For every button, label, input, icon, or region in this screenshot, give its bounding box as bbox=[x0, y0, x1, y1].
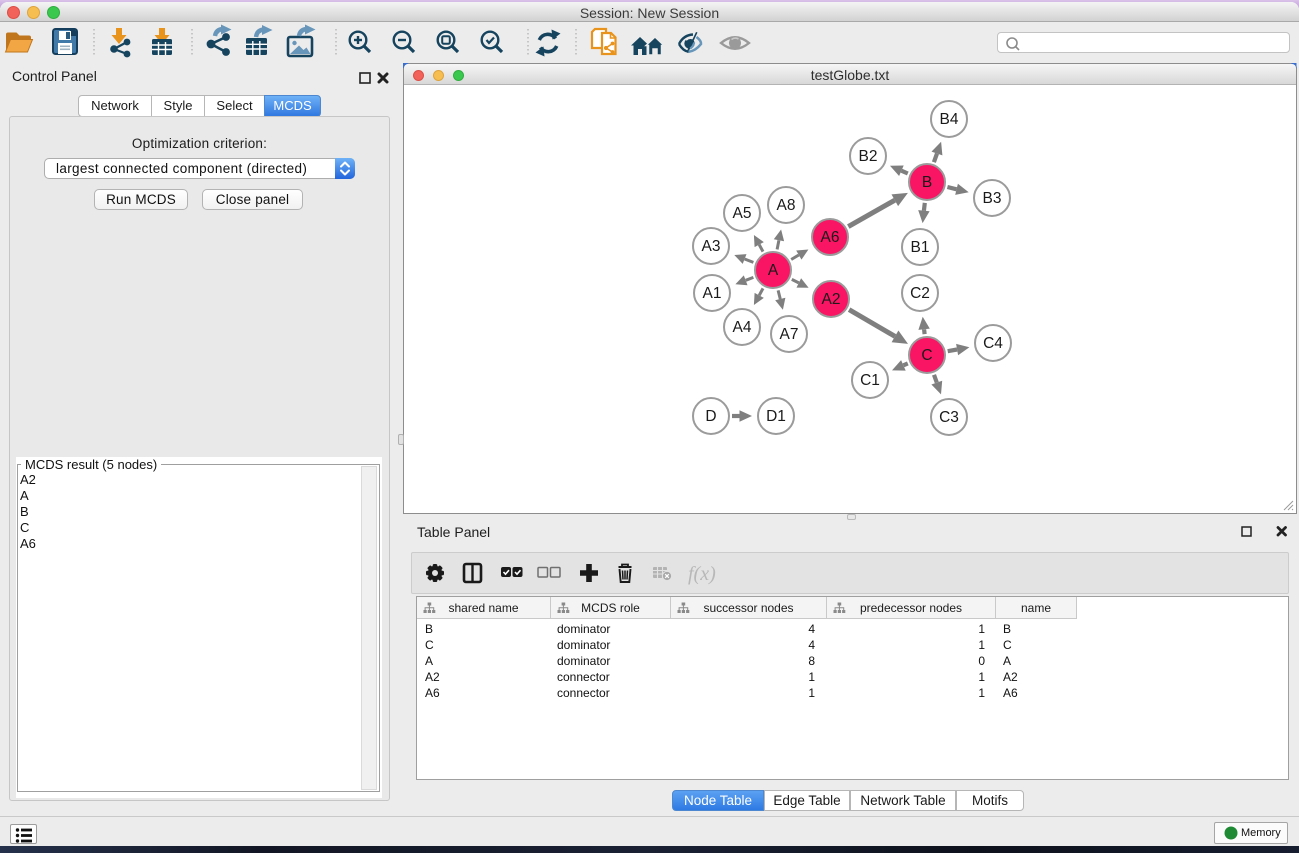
svg-text:A5: A5 bbox=[733, 205, 752, 222]
svg-text:C4: C4 bbox=[983, 335, 1003, 352]
svg-text:D: D bbox=[705, 408, 716, 425]
svg-text:A4: A4 bbox=[733, 319, 752, 336]
svg-text:f(x): f(x) bbox=[688, 563, 716, 585]
svg-text:B3: B3 bbox=[983, 190, 1002, 207]
svg-text:C3: C3 bbox=[939, 409, 959, 426]
svg-text:A6: A6 bbox=[821, 229, 840, 246]
svg-text:B1: B1 bbox=[911, 239, 930, 256]
svg-text:C: C bbox=[921, 347, 932, 364]
svg-text:B: B bbox=[922, 174, 932, 191]
svg-text:A8: A8 bbox=[777, 197, 796, 214]
svg-text:A2: A2 bbox=[822, 291, 841, 308]
svg-text:B4: B4 bbox=[940, 111, 959, 128]
svg-text:C1: C1 bbox=[860, 372, 880, 389]
svg-text:D1: D1 bbox=[766, 408, 786, 425]
svg-text:A: A bbox=[768, 262, 779, 279]
svg-text:A1: A1 bbox=[703, 285, 722, 302]
svg-text:A7: A7 bbox=[780, 326, 799, 343]
svg-text:C2: C2 bbox=[910, 285, 930, 302]
svg-text:B2: B2 bbox=[859, 148, 878, 165]
svg-text:A3: A3 bbox=[702, 238, 721, 255]
